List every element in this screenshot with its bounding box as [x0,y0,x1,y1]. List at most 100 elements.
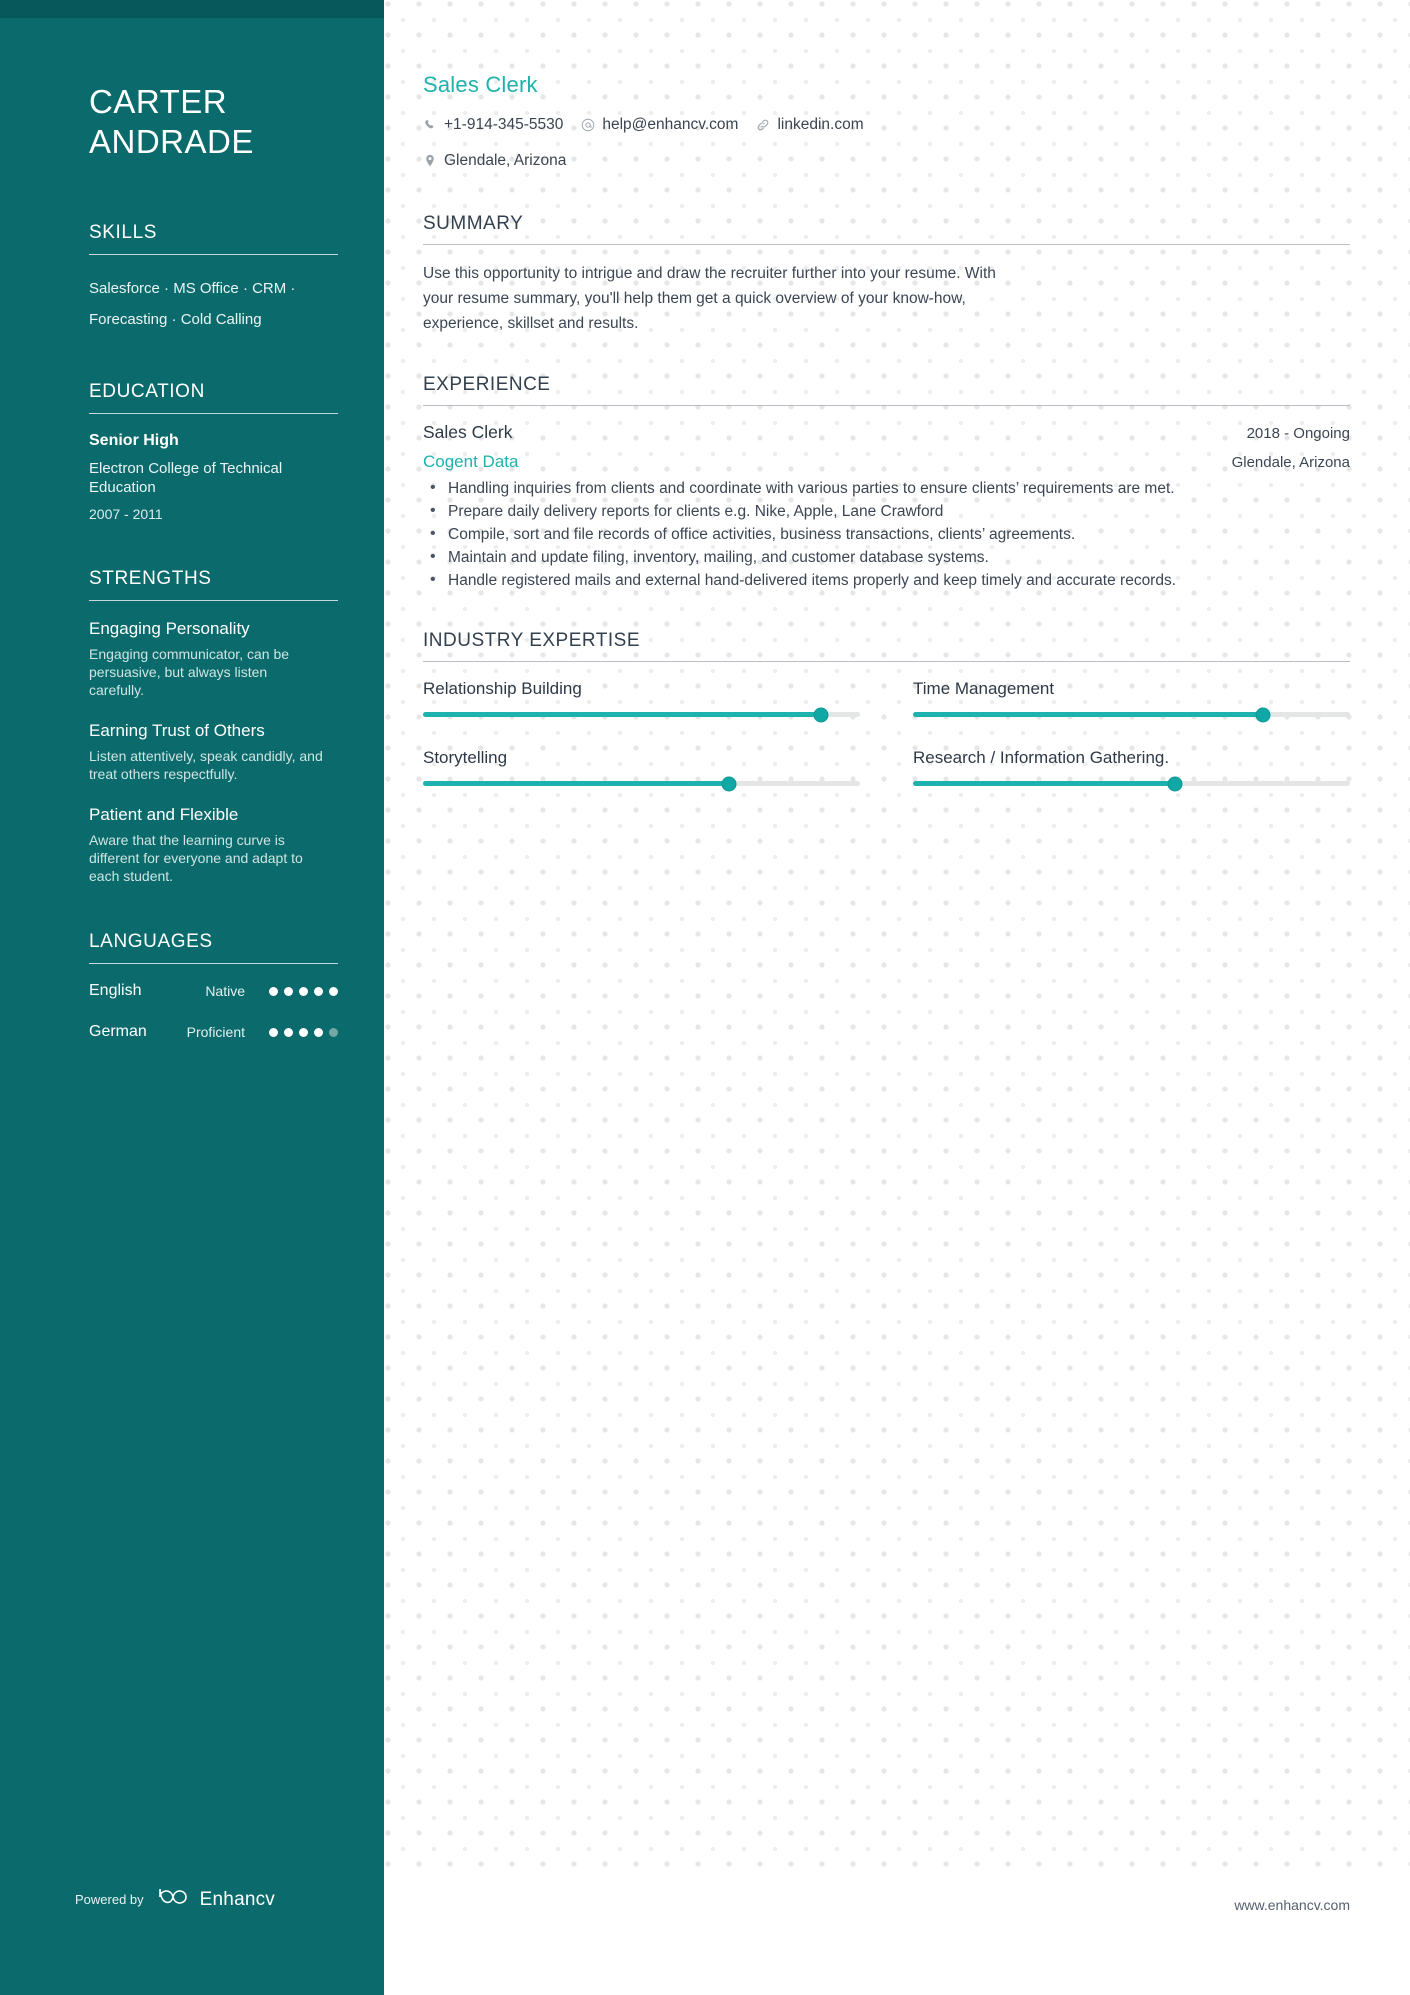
candidate-last-name: ANDRADE [89,123,254,160]
skills-heading: SKILLS [89,222,158,243]
rating-dot [314,1027,323,1037]
industry-expertise-section: INDUSTRY EXPERTISE Relationship Building… [423,630,1350,816]
email-icon [581,118,595,133]
expertise-label: Storytelling [423,748,508,767]
expertise-slider-track[interactable] [423,776,860,791]
phone-icon [423,118,437,133]
education-heading: EDUCATION [89,381,205,402]
experience-section: EXPERIENCE Sales Clerk 2018 - Ongoing Co… [423,374,1350,592]
sidebar-content: CARTER ANDRADE SKILLS Salesforce · MS Of… [0,82,384,1041]
experience-company: Cogent Data [423,452,519,471]
expertise-slider-knob[interactable] [1255,707,1271,722]
sidebar-footer: Powered by Enhancv [75,1886,275,1913]
main-content: Sales Clerk +1-914-345-5530 help@enhancv… [384,0,1410,1995]
strength-description: Listen attentively, speak candidly, and … [89,748,323,782]
experience-divider [423,405,1350,406]
sidebar-topbar [0,0,384,18]
education-section: EDUCATION Senior High Electron College o… [89,381,338,522]
expertise-slider-track[interactable] [913,776,1350,791]
expertise-slider-fill [913,712,1263,717]
expertise-slider-fill [423,781,729,786]
contact-location: Glendale, Arizona [423,147,566,175]
languages-section: LANGUAGES English Native German Proficie… [89,931,338,1041]
skills-section: SKILLS Salesforce · MS Office · CRM · Fo… [89,222,338,335]
location-icon [423,154,437,169]
strength-item: Earning Trust of Others Listen attentive… [89,721,338,783]
experience-bullets: Handling inquiries from clients and coor… [423,477,1350,592]
contact-phone: +1-914-345-5530 [423,111,563,139]
strength-item: Patient and Flexible Aware that the lear… [89,805,338,885]
expertise-slider-knob[interactable] [1167,776,1183,791]
expertise-item: Research / Information Gathering. [913,747,1350,816]
summary-divider [423,244,1350,245]
rating-dot [269,986,278,996]
candidate-name: CARTER ANDRADE [89,82,338,162]
rating-dot [284,986,293,996]
expertise-slider-track[interactable] [423,707,860,722]
experience-subheader: Cogent Data Glendale, Arizona [423,452,1350,472]
rating-dot [314,986,323,996]
expertise-label: Research / Information Gathering. [913,748,1170,767]
experience-bullet: Maintain and update filing, inventory, m… [423,546,1350,569]
education-entry: Senior High Electron College of Technica… [89,432,338,522]
summary-section: SUMMARY Use this opportunity to intrigue… [423,213,1350,336]
experience-location: Glendale, Arizona [1231,454,1350,471]
experience-bullet: Handle registered mails and external han… [423,569,1350,592]
enhancv-brand-name: Enhancv [199,1888,275,1910]
rating-dot [299,986,308,996]
strength-title: Patient and Flexible [89,805,239,824]
strength-description: Engaging communicator, can be persuasive… [89,646,290,698]
expertise-item: Storytelling [423,747,860,816]
languages-heading: LANGUAGES [89,931,213,952]
candidate-first-name: CARTER [89,83,228,120]
experience-header: Sales Clerk 2018 - Ongoing [423,422,1350,443]
education-degree: Senior High [89,432,179,449]
language-level: Native [205,983,245,999]
education-divider [89,413,338,414]
experience-bullet: Handling inquiries from clients and coor… [423,477,1350,500]
contact-row: +1-914-345-5530 help@enhancv.com linkedi… [423,111,1043,175]
rating-dot [269,1027,278,1037]
strength-title: Earning Trust of Others [89,721,265,740]
languages-divider [89,963,338,964]
strengths-divider [89,600,338,601]
resume-page: CARTER ANDRADE SKILLS Salesforce · MS Of… [0,0,1410,1995]
contact-phone-value: +1-914-345-5530 [444,116,564,133]
strength-item: Engaging Personality Engaging communicat… [89,619,338,699]
contact-location-value: Glendale, Arizona [444,152,567,169]
language-rating-dots [269,986,338,996]
job-title: Sales Clerk [423,72,538,97]
industry-expertise-heading: INDUSTRY EXPERTISE [423,630,641,651]
language-rating-dots [269,1027,338,1037]
contact-linkedin-value: linkedin.com [777,116,864,133]
skills-divider [89,254,338,255]
rating-dot [284,1027,293,1037]
expertise-slider-fill [423,712,821,717]
education-school: Electron College of Technical Education [89,460,283,496]
link-icon [756,118,770,133]
expertise-item: Relationship Building [423,678,860,747]
expertise-label: Relationship Building [423,679,582,698]
strengths-section: STRENGTHS Engaging Personality Engaging … [89,568,338,885]
contact-email: help@enhancv.com [581,111,738,139]
experience-bullet: Compile, sort and file records of office… [423,523,1350,546]
enhancv-logo-icon [157,1886,191,1913]
expertise-item: Time Management [913,678,1350,747]
experience-bullet: Prepare daily delivery reports for clien… [423,500,1350,523]
language-row: English Native [89,982,338,1000]
enhancv-brand: Enhancv [157,1886,275,1913]
expertise-slider-knob[interactable] [813,707,829,722]
experience-entry: Sales Clerk 2018 - Ongoing Cogent Data G… [423,422,1350,592]
expertise-slider-track[interactable] [913,707,1350,722]
rating-dot [299,1027,308,1037]
contact-email-value: help@enhancv.com [602,116,739,133]
language-row: German Proficient [89,1023,338,1041]
language-name: German [89,1023,147,1040]
strength-title: Engaging Personality [89,619,250,638]
rating-dot [329,986,338,996]
expertise-slider-knob[interactable] [721,776,737,791]
experience-role: Sales Clerk [423,422,513,442]
experience-dates: 2018 - Ongoing [1246,425,1350,442]
rating-dot-empty [329,1027,338,1037]
industry-expertise-grid: Relationship Building Time Management St… [423,678,1350,816]
